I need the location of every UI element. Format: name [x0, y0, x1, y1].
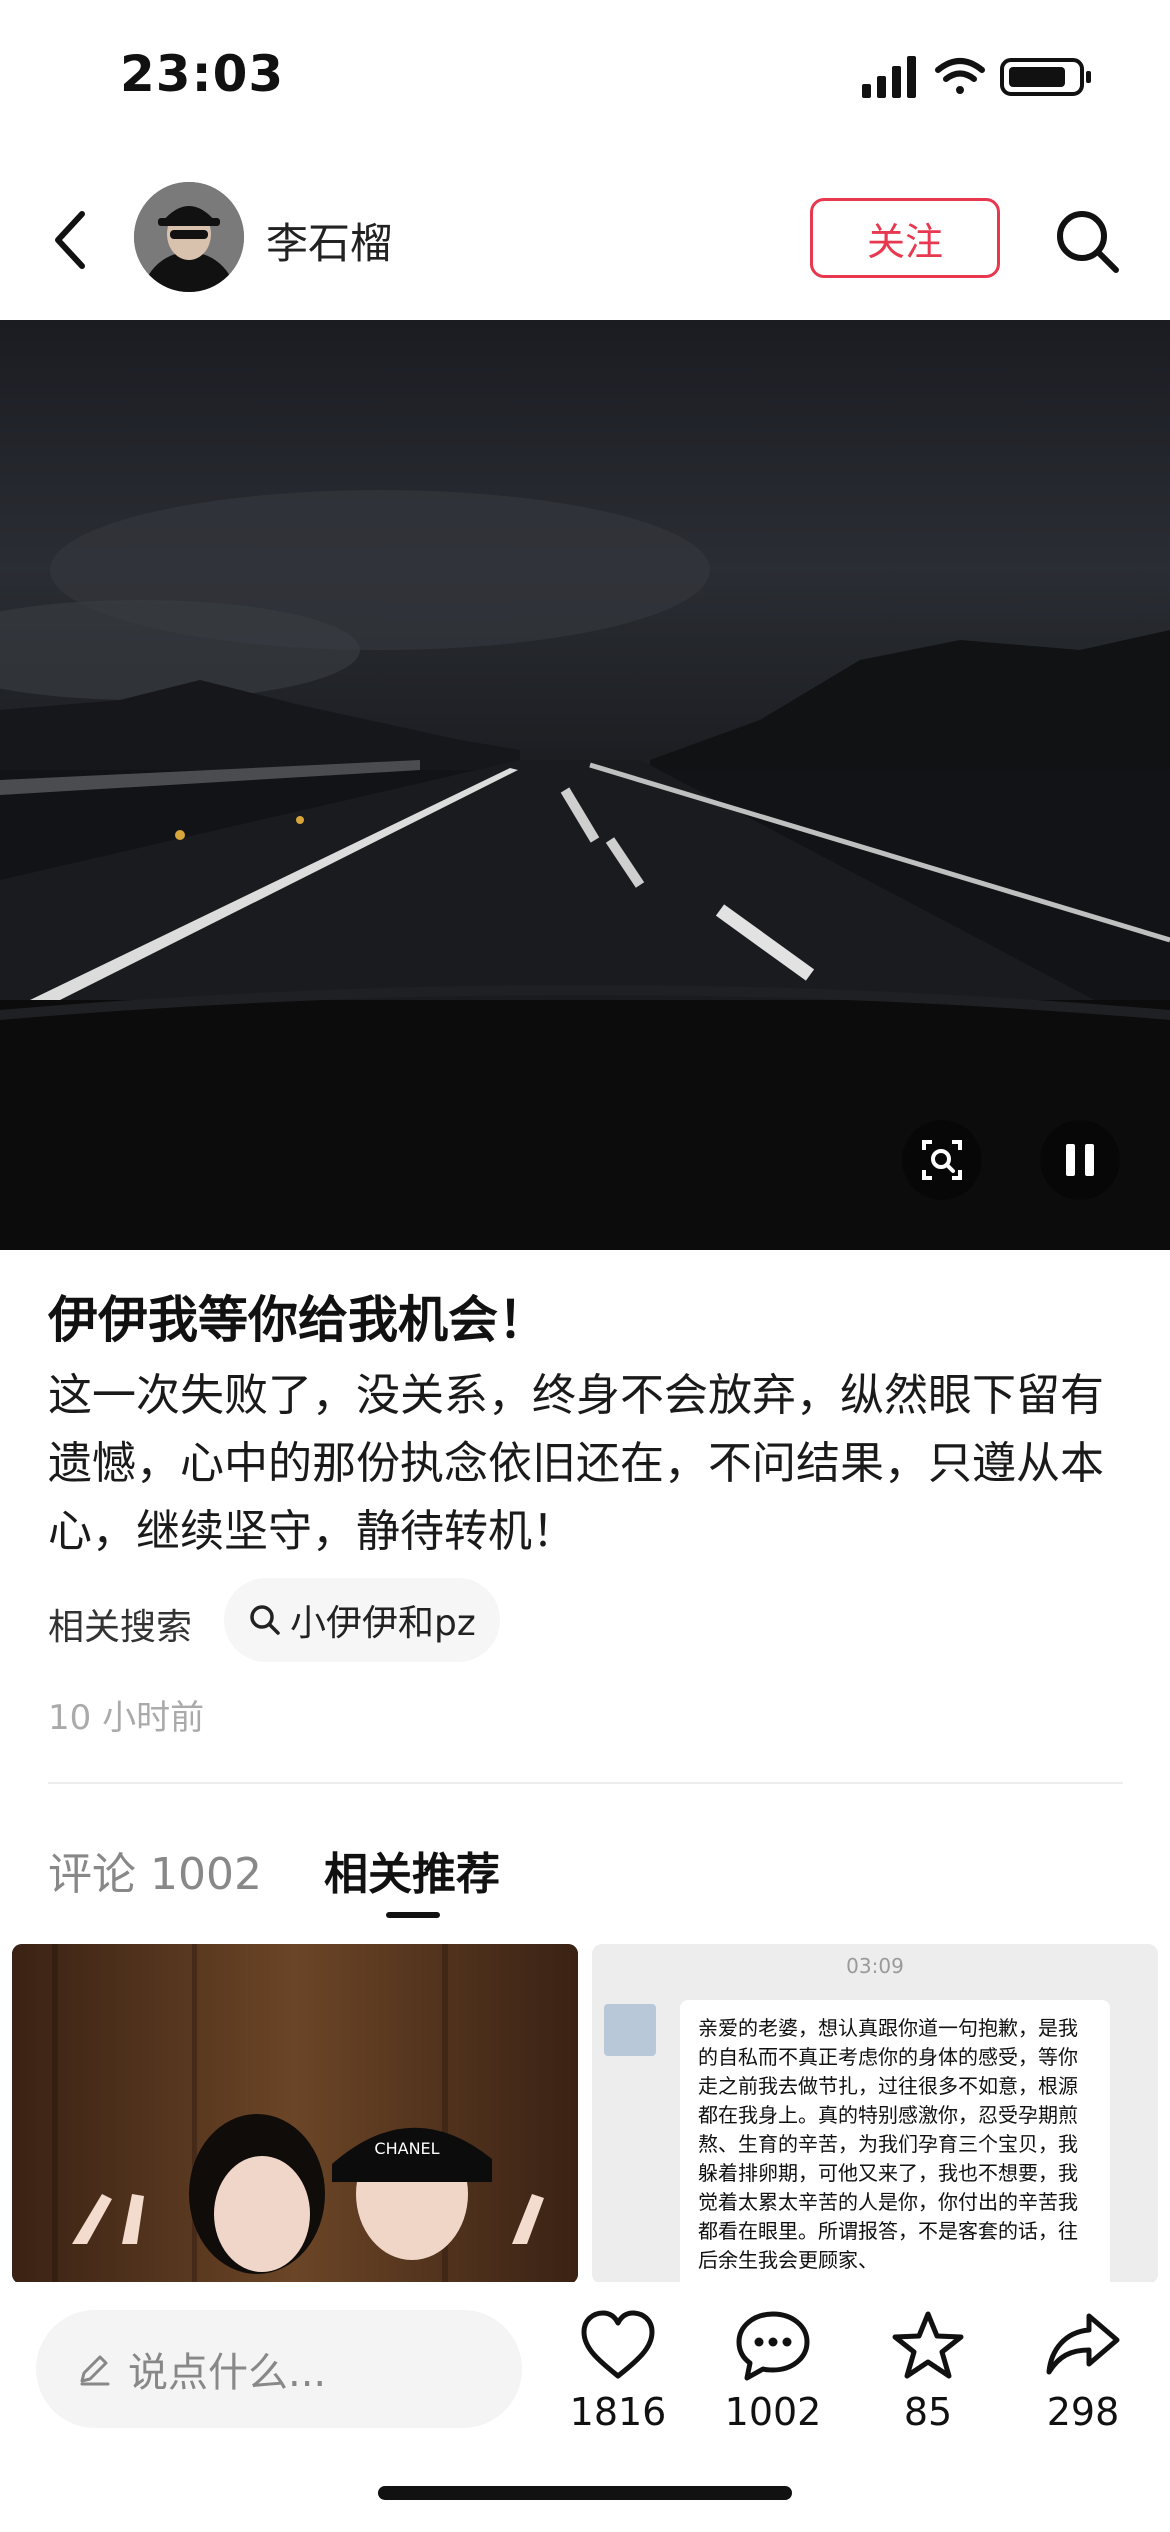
visual-search-icon[interactable]	[902, 1120, 982, 1200]
pause-icon[interactable]	[1040, 1120, 1120, 1200]
video-player[interactable]	[0, 320, 1170, 1250]
post-description: 这一次失败了，没关系，终身不会放弃，纵然眼下留有遗憾，心中的那份执念依旧还在，不…	[48, 1370, 1104, 1557]
tab-comments[interactable]: 评论 1002	[48, 1838, 262, 1902]
divider	[48, 1782, 1123, 1784]
chat-avatar	[604, 2004, 656, 2056]
tab-related-recommendations[interactable]: 相关推荐	[324, 1838, 500, 1902]
share-count: 298	[1046, 2390, 1120, 2434]
signal-icon	[862, 56, 916, 98]
comment-count: 1002	[724, 2390, 822, 2434]
posted-time: 10 小时前	[48, 1698, 205, 1738]
comment-input[interactable]: 说点什么...	[36, 2310, 522, 2428]
follow-button[interactable]: 关注	[810, 198, 1000, 278]
battery-icon	[1000, 58, 1091, 96]
post-title: 伊伊我等你给我机会！	[48, 1291, 548, 1349]
couple-photo: CHANEL	[12, 1944, 578, 2284]
like-count: 1816	[569, 2390, 667, 2434]
search-icon[interactable]	[1052, 206, 1122, 276]
heart-icon	[581, 2310, 655, 2379]
share-button[interactable]: 298	[1013, 2308, 1153, 2434]
pencil-icon	[80, 2355, 110, 2386]
favorite-button[interactable]: 85	[858, 2308, 998, 2434]
comment-bubble-icon	[736, 2311, 810, 2381]
star-icon	[892, 2311, 964, 2379]
author-name[interactable]: 李石榴	[266, 210, 392, 271]
wifi-icon	[935, 58, 985, 94]
like-button[interactable]: 1816	[548, 2308, 688, 2434]
author-avatar[interactable]	[134, 182, 244, 292]
video-frame	[0, 320, 1170, 1250]
comment-button[interactable]: 1002	[703, 2308, 843, 2434]
related-search-chip[interactable]: 小伊伊和pz	[224, 1578, 500, 1662]
home-indicator[interactable]	[378, 2486, 792, 2500]
cap-logo-text: CHANEL	[374, 2139, 439, 2158]
favorite-count: 85	[903, 2390, 953, 2434]
recommendation-card-chat[interactable]: 03:09 亲爱的老婆，想认真跟你道一句抱歉，是我的自私而不真正考虑你的身体的感…	[592, 1944, 1158, 2284]
recommendation-card-photo[interactable]: CHANEL	[12, 1944, 578, 2284]
chat-timestamp: 03:09	[846, 1954, 904, 1978]
search-icon	[250, 1605, 280, 1635]
back-arrow-icon[interactable]	[40, 200, 100, 280]
status-time: 23:03	[120, 45, 285, 103]
status-icons	[862, 56, 1091, 98]
share-arrow-icon	[1046, 2313, 1120, 2375]
chat-message-bubble: 亲爱的老婆，想认真跟你道一句抱歉，是我的自私而不真正考虑你的身体的感受，等你走之…	[680, 2000, 1110, 2284]
related-search-label: 相关搜索	[48, 1607, 193, 1648]
comment-input-placeholder: 说点什么...	[128, 2350, 327, 2396]
related-search-term: 小伊伊和pz	[290, 1603, 476, 1644]
active-tab-indicator	[386, 1912, 440, 1918]
